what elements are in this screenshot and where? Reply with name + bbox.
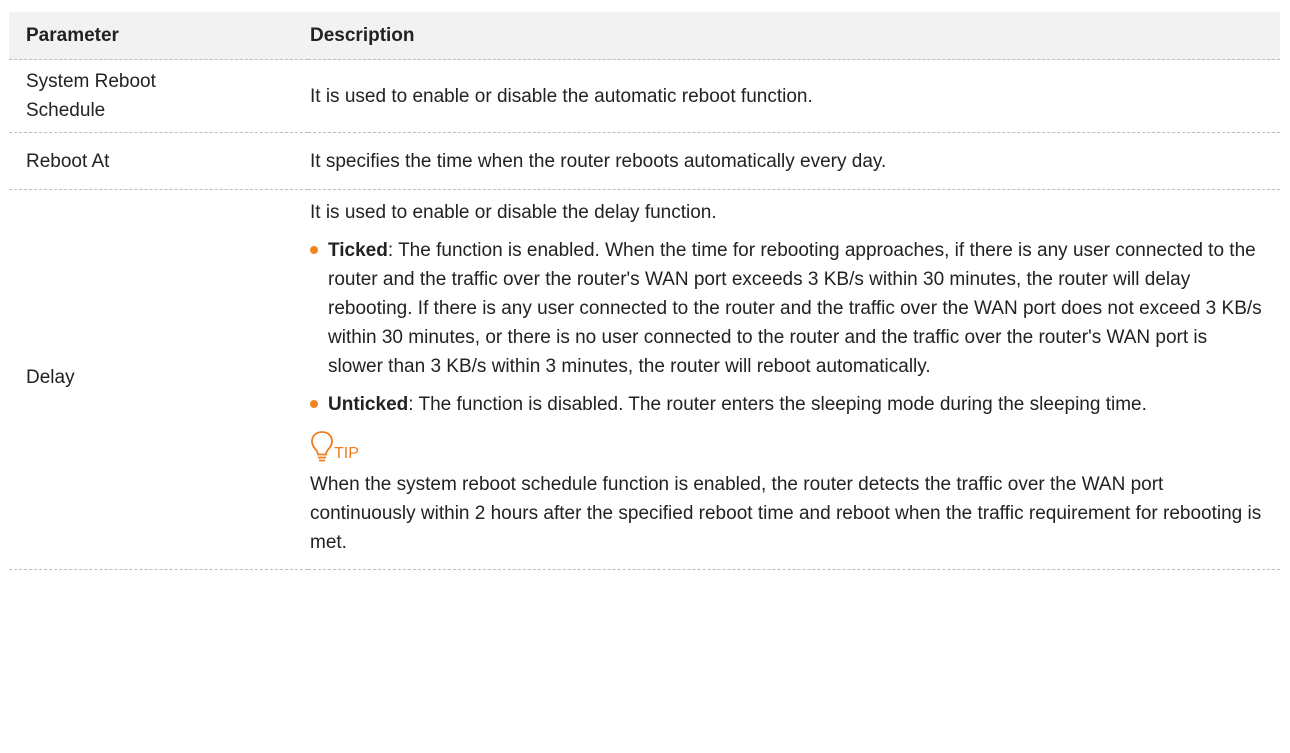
bullet-dot-icon xyxy=(310,246,318,254)
bullet-item-unticked: Unticked: The function is disabled. The … xyxy=(310,390,1264,419)
header-parameter: Parameter xyxy=(9,12,308,60)
bullet-dot-icon xyxy=(310,400,318,408)
parameter-cell: System Reboot Schedule xyxy=(9,59,308,133)
tip-heading: TIP xyxy=(310,428,1264,464)
bullet-term: Unticked xyxy=(328,394,409,415)
bullet-term: Ticked xyxy=(328,240,388,261)
parameter-cell: Delay xyxy=(9,189,308,570)
bullet-text: : The function is enabled. When the time… xyxy=(328,240,1262,377)
description-cell: It specifies the time when the router re… xyxy=(308,132,1280,190)
parameter-table: Parameter Description System Reboot Sche… xyxy=(9,12,1280,570)
tip-text: When the system reboot schedule function… xyxy=(310,474,1262,553)
tip-label: TIP xyxy=(334,445,359,462)
table-row: System Reboot Schedule It is used to ena… xyxy=(9,59,1280,133)
header-description: Description xyxy=(308,12,1280,60)
table-row: Delay It is used to enable or disable th… xyxy=(9,189,1280,570)
description-cell: It is used to enable or disable the dela… xyxy=(308,189,1280,570)
table-row: Reboot At It specifies the time when the… xyxy=(9,132,1280,190)
table-header: Parameter Description xyxy=(9,12,1280,60)
lightbulb-icon xyxy=(311,431,333,462)
bullet-text: : The function is disabled. The router e… xyxy=(408,394,1147,415)
header-row: Parameter Description xyxy=(9,12,1280,60)
description-intro: It is used to enable or disable the dela… xyxy=(310,202,717,223)
parameter-cell: Reboot At xyxy=(9,132,308,190)
description-cell: It is used to enable or disable the auto… xyxy=(308,59,1280,133)
bullet-item-ticked: Ticked: The function is enabled. When th… xyxy=(310,236,1264,381)
parameter-name: System Reboot Schedule xyxy=(26,71,156,121)
